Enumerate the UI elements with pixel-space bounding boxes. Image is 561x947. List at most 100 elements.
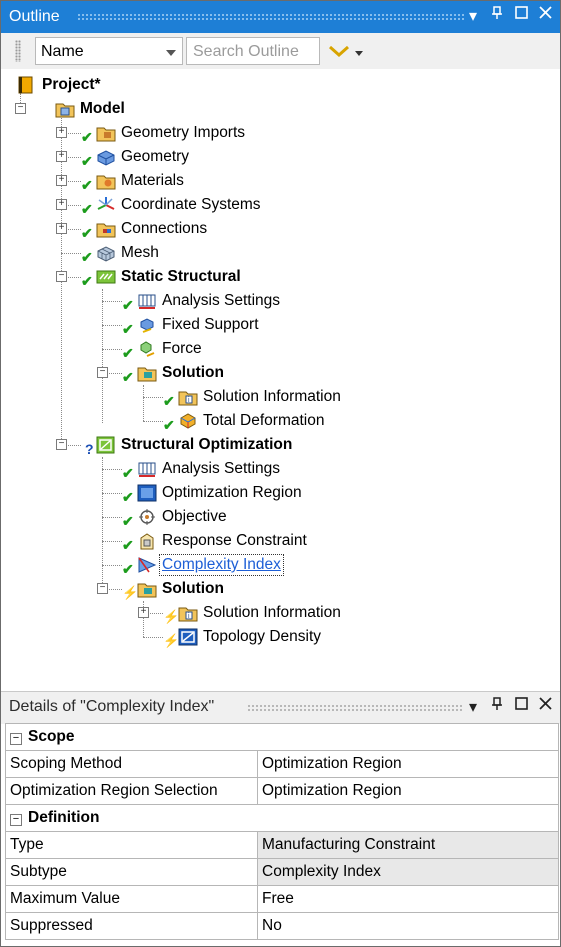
tree-item-so-analysis-settings[interactable]: Analysis Settings: [137, 457, 282, 481]
tree-item-project[interactable]: Project*: [17, 73, 103, 97]
pin-icon[interactable]: [490, 697, 504, 717]
optimization-region-icon: [137, 484, 157, 502]
tree-label: Analysis Settings: [162, 292, 281, 309]
dropdown-icon[interactable]: ▾: [466, 6, 480, 26]
tree-item-so-solution-information[interactable]: i Solution Information: [178, 601, 343, 625]
tree-item-materials[interactable]: Materials: [96, 169, 186, 193]
tree-item-response-constraint[interactable]: Response Constraint: [137, 529, 309, 553]
tree-item-so-solution[interactable]: Solution: [137, 577, 226, 601]
solution-information-icon: i: [178, 388, 198, 406]
name-combo-value: Name: [41, 43, 84, 60]
close-icon[interactable]: [538, 697, 552, 717]
details-row[interactable]: Optimization Region Selection Optimizati…: [5, 777, 559, 805]
collapse-model-toggle[interactable]: −: [15, 103, 26, 114]
structural-optimization-icon: [96, 436, 116, 454]
tree-item-total-deformation[interactable]: Total Deformation: [178, 409, 326, 433]
tree-item-objective[interactable]: Objective: [137, 505, 229, 529]
group-scope[interactable]: − Scope: [5, 723, 559, 751]
tree-item-mesh[interactable]: Mesh: [96, 241, 161, 265]
coordinate-systems-icon: [96, 196, 116, 214]
expand-toggle[interactable]: +: [56, 175, 67, 186]
objective-target-icon: [137, 508, 157, 526]
details-row[interactable]: Suppressed No: [5, 912, 559, 940]
solution-information-icon: i: [178, 604, 198, 622]
collapse-so-solution-toggle[interactable]: −: [97, 583, 108, 594]
expand-toggle[interactable]: +: [56, 199, 67, 210]
group-label: Definition: [28, 809, 100, 826]
tree-item-ss-solution[interactable]: Solution: [137, 361, 226, 385]
expand-toggle[interactable]: +: [56, 127, 67, 138]
outline-toolbar: Name: [1, 33, 560, 69]
group-label: Scope: [28, 728, 75, 745]
tree-item-structural-optimization[interactable]: Structural Optimization: [96, 433, 294, 457]
tree-item-coordinate-systems[interactable]: Coordinate Systems: [96, 193, 263, 217]
filter-dropdown-icon[interactable]: [355, 51, 363, 56]
tree-label: Materials: [121, 172, 184, 189]
details-row[interactable]: Type Manufacturing Constraint: [5, 831, 559, 859]
dropdown-icon[interactable]: ▾: [466, 697, 480, 717]
collapse-group-toggle[interactable]: −: [10, 733, 22, 745]
maximize-icon[interactable]: [514, 6, 528, 26]
tree-item-optimization-region[interactable]: Optimization Region: [137, 481, 304, 505]
collapse-group-toggle[interactable]: −: [10, 814, 22, 826]
property-value[interactable]: No: [257, 912, 559, 940]
tree-item-connections[interactable]: Connections: [96, 217, 209, 241]
expand-toggle[interactable]: +: [56, 151, 67, 162]
tree-label: Total Deformation: [203, 412, 325, 429]
name-combo[interactable]: Name: [35, 37, 183, 65]
tree-label: Geometry: [121, 148, 190, 165]
tree-label: Analysis Settings: [162, 460, 281, 477]
tree-label: Project*: [42, 76, 101, 93]
tree-item-topology-density[interactable]: Topology Density: [178, 625, 323, 649]
solution-folder-icon: [137, 364, 157, 382]
check-icon: ✔: [163, 417, 175, 433]
collapse-static-structural-toggle[interactable]: −: [56, 271, 67, 282]
tree-item-model[interactable]: Model: [55, 97, 127, 121]
details-row[interactable]: Maximum Value Free: [5, 885, 559, 913]
tree-item-static-structural[interactable]: Static Structural: [96, 265, 243, 289]
property-value[interactable]: Optimization Region: [257, 777, 559, 805]
property-value[interactable]: Free: [257, 885, 559, 913]
title-drag-grip[interactable]: [77, 13, 464, 21]
chevron-down-icon[interactable]: [166, 50, 176, 56]
property-value: Manufacturing Constraint: [257, 831, 559, 859]
group-definition[interactable]: − Definition: [5, 804, 559, 832]
tree-label: Solution: [162, 364, 224, 381]
search-box[interactable]: [186, 37, 320, 65]
tree-item-geometry[interactable]: Geometry: [96, 145, 191, 169]
collapse-structural-optimization-toggle[interactable]: −: [56, 439, 67, 450]
tree-item-ss-solution-information[interactable]: i Solution Information: [178, 385, 343, 409]
check-icon: ✔: [122, 321, 134, 337]
check-icon: ✔: [122, 537, 134, 553]
details-row[interactable]: Subtype Complexity Index: [5, 858, 559, 886]
pin-icon[interactable]: [490, 6, 504, 26]
toolbar-grip[interactable]: [15, 40, 21, 62]
tree-item-fixed-support[interactable]: Fixed Support: [137, 313, 261, 337]
response-constraint-icon: [137, 532, 157, 550]
close-icon[interactable]: [538, 6, 552, 26]
expand-toggle[interactable]: +: [138, 607, 149, 618]
outline-title-bar: Outline ▾: [1, 1, 560, 33]
details-row[interactable]: Scoping Method Optimization Region: [5, 750, 559, 778]
collapse-ss-solution-toggle[interactable]: −: [97, 367, 108, 378]
tree-item-force[interactable]: Force: [137, 337, 204, 361]
details-title-bar: Details of "Complexity Index" ▾: [1, 691, 560, 724]
tree-label: Static Structural: [121, 268, 241, 285]
tree-label: Solution: [162, 580, 224, 597]
analysis-settings-icon: [137, 460, 157, 478]
details-drag-grip[interactable]: [247, 704, 464, 712]
property-name: Subtype: [5, 858, 258, 886]
tree-item-ss-analysis-settings[interactable]: Analysis Settings: [137, 289, 282, 313]
analysis-settings-icon: [137, 292, 157, 310]
property-value[interactable]: Optimization Region: [257, 750, 559, 778]
tree-item-complexity-index[interactable]: Complexity Index: [137, 553, 284, 577]
complexity-index-icon: [137, 556, 157, 574]
check-icon: ✔: [122, 489, 134, 505]
expand-toggle[interactable]: +: [56, 223, 67, 234]
tree-item-geometry-imports[interactable]: Geometry Imports: [96, 121, 247, 145]
maximize-icon[interactable]: [514, 697, 528, 717]
search-input[interactable]: [191, 39, 319, 65]
details-title: Details of "Complexity Index": [9, 698, 215, 715]
property-name: Optimization Region Selection: [5, 777, 258, 805]
expand-filter-icon[interactable]: [327, 41, 351, 61]
